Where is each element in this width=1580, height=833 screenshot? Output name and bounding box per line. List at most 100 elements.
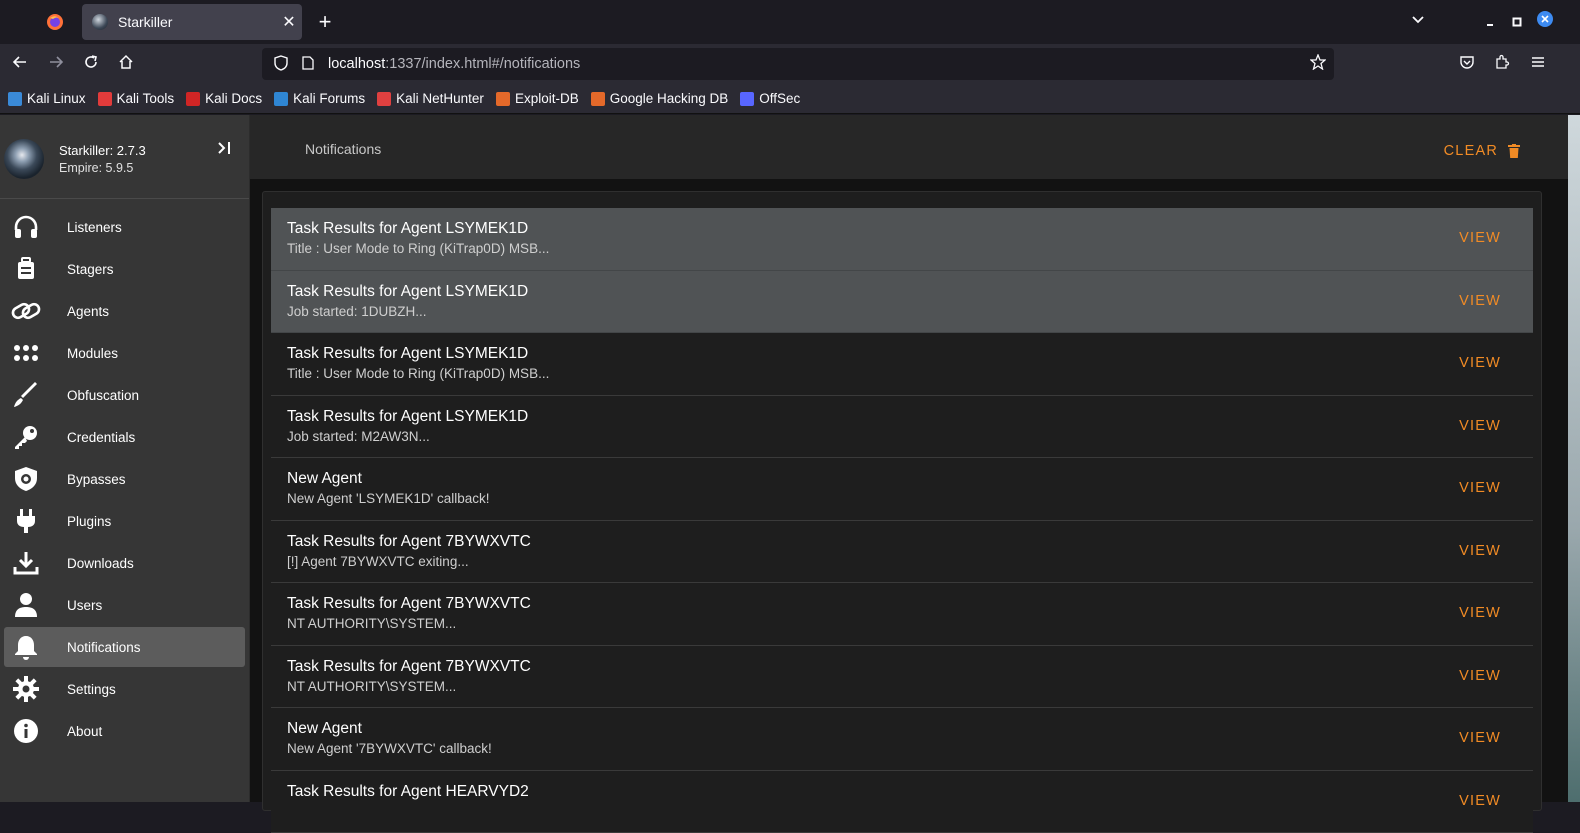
notification-subtitle: NT AUTHORITY\SYSTEM...: [287, 616, 456, 631]
sidebar-header: Starkiller: 2.7.3 Empire: 5.9.5: [0, 115, 249, 199]
bookmark-label: Kali Forums: [293, 91, 365, 106]
back-icon[interactable]: [8, 52, 32, 76]
bookmark-item[interactable]: Kali Forums: [274, 91, 365, 106]
bookmark-label: Kali Linux: [27, 91, 86, 106]
view-notification-button[interactable]: VIEW: [1459, 668, 1501, 684]
collapse-sidebar-icon[interactable]: [212, 139, 236, 163]
user-icon: [8, 593, 44, 617]
sidebar-item-stagers[interactable]: Stagers: [4, 249, 245, 289]
sidebar-item-settings[interactable]: Settings: [4, 669, 245, 709]
sidebar-item-bypasses[interactable]: Bypasses: [4, 459, 245, 499]
view-notification-button[interactable]: VIEW: [1459, 230, 1501, 246]
notification-item[interactable]: Task Results for Agent LSYMEK1DTitle : U…: [271, 333, 1533, 396]
bookmark-item[interactable]: Kali NetHunter: [377, 91, 484, 106]
notification-subtitle: Title : User Mode to Ring (KiTrap0D) MSB…: [287, 241, 549, 256]
url-bar[interactable]: localhost:1337/index.html#/notifications: [262, 48, 1334, 80]
sidebar-item-label: Stagers: [67, 262, 114, 277]
view-notification-button[interactable]: VIEW: [1459, 793, 1501, 809]
sidebar-item-label: Plugins: [67, 514, 111, 529]
menu-hamburger-icon[interactable]: [1526, 52, 1550, 76]
clear-button-label: CLEAR: [1444, 143, 1498, 159]
sidebar-item-listeners[interactable]: Listeners: [4, 207, 245, 247]
sidebar-item-label: Settings: [67, 682, 116, 697]
notification-subtitle: Title : User Mode to Ring (KiTrap0D) MSB…: [287, 366, 549, 381]
bell-icon: [8, 635, 44, 659]
notification-subtitle: New Agent 'LSYMEK1D' callback!: [287, 491, 490, 506]
browser-tab[interactable]: Starkiller ✕: [82, 4, 302, 40]
page-info-icon[interactable]: [296, 56, 320, 73]
notification-item[interactable]: Task Results for Agent LSYMEK1DJob start…: [271, 396, 1533, 459]
notification-title: Task Results for Agent LSYMEK1D: [287, 220, 528, 238]
bookmark-item[interactable]: Kali Docs: [186, 91, 262, 106]
close-tab-icon[interactable]: ✕: [276, 12, 302, 32]
view-notification-button[interactable]: VIEW: [1459, 355, 1501, 371]
notification-item[interactable]: Task Results for Agent LSYMEK1DJob start…: [271, 271, 1533, 334]
tracking-shield-icon[interactable]: [266, 55, 296, 74]
notification-item[interactable]: New AgentNew Agent '7BYWXVTC' callback!V…: [271, 708, 1533, 771]
bookmark-item[interactable]: OffSec: [740, 91, 800, 106]
new-tab-icon[interactable]: +: [312, 10, 338, 36]
view-notification-button[interactable]: VIEW: [1459, 605, 1501, 621]
minimize-icon[interactable]: [1480, 10, 1500, 34]
sidebar-item-obfuscation[interactable]: Obfuscation: [4, 375, 245, 415]
home-icon[interactable]: [114, 52, 138, 76]
bookmarks-toolbar: Kali Linux Kali Tools Kali Docs Kali Forums…: [0, 84, 1580, 114]
pocket-icon[interactable]: [1455, 52, 1479, 76]
bookmark-label: Google Hacking DB: [610, 91, 729, 106]
bookmark-favicon-icon: [186, 92, 200, 106]
view-notification-button[interactable]: VIEW: [1459, 730, 1501, 746]
notification-title: Task Results for Agent HEARVYD2: [287, 783, 529, 801]
sidebar-item-label: Downloads: [67, 556, 134, 571]
bookmark-label: Kali Tools: [117, 91, 175, 106]
bookmark-favicon-icon: [8, 92, 22, 106]
info-icon: [8, 719, 44, 743]
extensions-icon[interactable]: [1490, 52, 1514, 76]
forward-icon[interactable]: [44, 52, 68, 76]
sidebar-item-label: Credentials: [67, 430, 135, 445]
page-toolbar: Notifications CLEAR: [250, 115, 1568, 179]
list-tabs-icon[interactable]: [1406, 10, 1430, 34]
notification-subtitle: New Agent '7BYWXVTC' callback!: [287, 741, 492, 756]
notification-title: New Agent: [287, 470, 362, 488]
bookmark-item[interactable]: Exploit-DB: [496, 91, 579, 106]
bookmark-star-icon[interactable]: [1302, 54, 1334, 75]
notification-item[interactable]: Task Results for Agent LSYMEK1D Title : U…: [271, 208, 1533, 271]
starkiller-version: Starkiller: 2.7.3: [59, 143, 146, 158]
browser-nav-bar: localhost:1337/index.html#/notifications: [0, 44, 1580, 84]
maximize-icon[interactable]: [1507, 10, 1527, 34]
notification-item[interactable]: Task Results for Agent 7BYWXVTCNT AUTHOR…: [271, 583, 1533, 646]
view-notification-button[interactable]: VIEW: [1459, 293, 1501, 309]
sidebar-item-plugins[interactable]: Plugins: [4, 501, 245, 541]
reload-icon[interactable]: [79, 52, 103, 76]
notification-item[interactable]: Task Results for Agent 7BYWXVTC[!] Agent…: [271, 521, 1533, 584]
bookmark-item[interactable]: Google Hacking DB: [591, 91, 729, 106]
bookmark-item[interactable]: Kali Tools: [98, 91, 175, 106]
view-notification-button[interactable]: VIEW: [1459, 418, 1501, 434]
sidebar-item-modules[interactable]: Modules: [4, 333, 245, 373]
view-notification-button[interactable]: VIEW: [1459, 480, 1501, 496]
bookmark-label: OffSec: [759, 91, 800, 106]
luggage-icon: [8, 257, 44, 281]
sidebar-item-credentials[interactable]: Credentials: [4, 417, 245, 457]
sidebar-item-agents[interactable]: Agents: [4, 291, 245, 331]
notifications-card: Task Results for Agent LSYMEK1D Title : U…: [262, 191, 1542, 811]
bookmark-item[interactable]: Kali Linux: [8, 91, 86, 106]
notification-subtitle: Job started: 1DUBZH...: [287, 304, 427, 319]
sidebar-item-about[interactable]: About: [4, 711, 245, 751]
notification-title: Task Results for Agent 7BYWXVTC: [287, 658, 531, 676]
sidebar-item-users[interactable]: Users: [4, 585, 245, 625]
bookmark-favicon-icon: [98, 92, 112, 106]
bookmark-favicon-icon: [496, 92, 510, 106]
clear-notifications-button[interactable]: CLEAR: [1444, 143, 1520, 159]
notification-title: Task Results for Agent 7BYWXVTC: [287, 533, 531, 551]
close-window-icon[interactable]: [1535, 10, 1555, 34]
sidebar-item-label: Agents: [67, 304, 109, 319]
notification-item[interactable]: New Agent New Agent 'LSYMEK1D' callback! V…: [271, 458, 1533, 521]
notification-item[interactable]: Task Results for Agent 7BYWXVTC NT AUTHOR…: [271, 646, 1533, 709]
firefox-menu-icon[interactable]: [40, 10, 70, 34]
sidebar-item-downloads[interactable]: Downloads: [4, 543, 245, 583]
view-notification-button[interactable]: VIEW: [1459, 543, 1501, 559]
sidebar-item-label: Listeners: [67, 220, 122, 235]
sidebar-item-notifications[interactable]: Notifications: [4, 627, 245, 667]
notification-subtitle: NT AUTHORITY\SYSTEM...: [287, 679, 456, 694]
